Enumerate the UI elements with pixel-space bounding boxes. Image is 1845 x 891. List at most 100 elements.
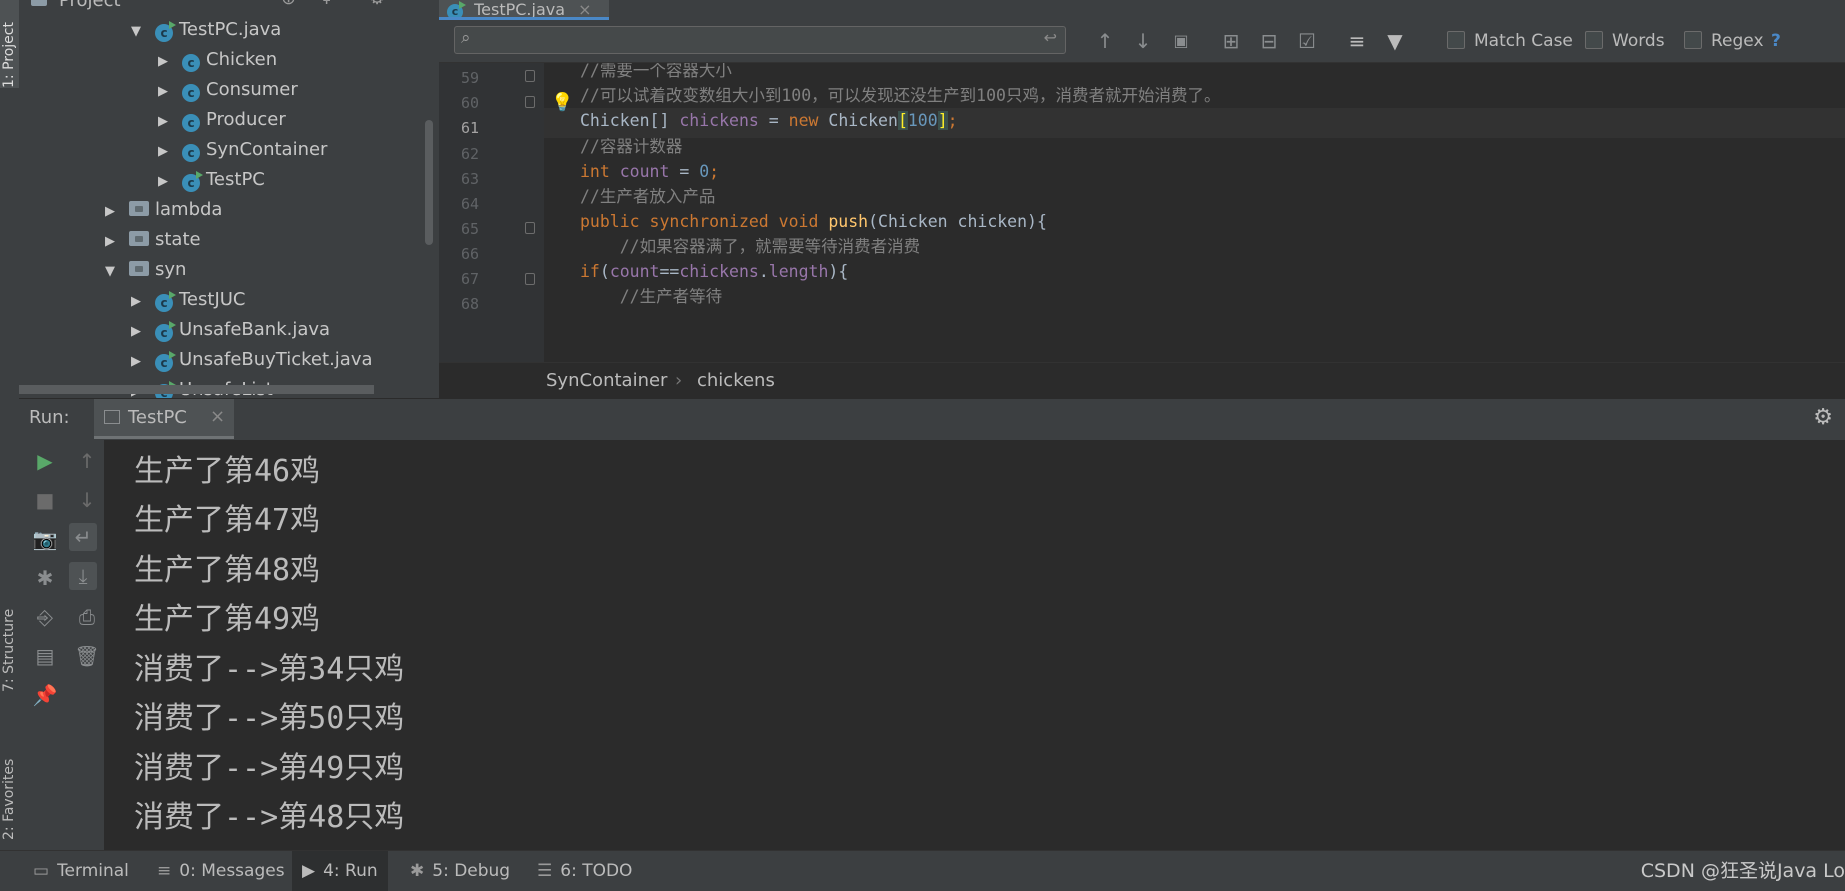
project-tool-tab[interactable]: 1: Project	[0, 0, 20, 88]
scroll-to-end-icon[interactable]: ⤓	[69, 562, 97, 590]
arrow-down-icon[interactable]: ↓	[73, 486, 101, 514]
search-icon[interactable]: ⌕	[461, 28, 471, 48]
tree-item[interactable]: ▶ c Chicken	[158, 45, 277, 75]
select-occurrences-icon[interactable]: ☑	[1295, 29, 1319, 53]
regex-checkbox[interactable]: Regex	[1684, 29, 1764, 53]
lightbulb-icon[interactable]: 💡	[551, 92, 573, 113]
collapse-all-icon[interactable]: ⇞	[319, 0, 334, 9]
collapse-arrow-icon[interactable]: ▶	[131, 347, 147, 377]
search-input[interactable]: ⌕ ↩	[454, 26, 1066, 54]
tree-item-label: Chicken	[206, 49, 278, 70]
match-case-checkbox[interactable]: Match Case	[1447, 29, 1573, 53]
structure-tool-tab[interactable]: 7: Structure	[0, 560, 20, 692]
favorites-tool-tab[interactable]: 2: Favorites	[0, 700, 20, 840]
console-line: 消费了-->第34只鸡	[134, 652, 405, 687]
messages-icon: ≡	[157, 861, 172, 881]
breadcrumb: SynContainer › chickens	[439, 362, 1845, 399]
terminal-tab[interactable]: ▭ Terminal	[33, 851, 129, 891]
fold-marker-icon[interactable]	[525, 273, 535, 285]
project-panel-title[interactable]: Project	[59, 0, 121, 11]
print-icon[interactable]: ⎙	[73, 603, 101, 631]
filter-icon[interactable]: ▼	[1383, 29, 1407, 53]
run-class-icon: c	[155, 351, 176, 372]
tree-item-label: Producer	[206, 109, 286, 130]
close-icon[interactable]: ×	[210, 406, 225, 427]
tree-item[interactable]: ▼ syn	[105, 255, 186, 285]
run-tab-testpc[interactable]: TestPC ×	[94, 399, 234, 439]
tree-item[interactable]: ▶ c UnsafeBank.java	[131, 315, 330, 345]
camera-icon[interactable]: 📷	[31, 525, 59, 553]
collapse-arrow-icon[interactable]: ▶	[131, 287, 147, 317]
expand-arrow-icon[interactable]: ▼	[105, 257, 121, 287]
gear-icon[interactable]: ⚙	[369, 0, 385, 9]
checkbox-box[interactable]	[1684, 31, 1702, 49]
messages-tab[interactable]: ≡ 0: Messages	[157, 851, 285, 891]
fold-marker-icon[interactable]	[525, 222, 535, 234]
remove-occurrence-icon[interactable]: ⊟	[1257, 29, 1281, 53]
run-class-icon: c	[182, 171, 203, 192]
return-icon[interactable]: ↩	[1044, 28, 1057, 47]
collapse-arrow-icon[interactable]: ▶	[131, 317, 147, 347]
collapse-arrow-icon[interactable]: ▶	[105, 227, 121, 257]
todo-tab[interactable]: ☰ 6: TODO	[537, 851, 632, 891]
arrow-up-icon[interactable]: ↑	[73, 447, 101, 475]
regex-help-link[interactable]: ?	[1771, 29, 1781, 53]
arrow-down-icon[interactable]: ↓	[1131, 29, 1155, 53]
locate-icon[interactable]: ⊕	[281, 0, 296, 9]
fold-marker-icon[interactable]	[525, 96, 535, 108]
stop-icon[interactable]: ■	[31, 486, 59, 514]
debug-tab[interactable]: ✱ 5: Debug	[410, 851, 510, 891]
bug-icon: ✱	[410, 861, 425, 881]
filter-lines-icon[interactable]: ≡	[1345, 29, 1369, 53]
breadcrumb-item[interactable]: chickens	[697, 363, 775, 399]
hide-icon[interactable]: —	[409, 0, 427, 9]
tree-item[interactable]: ▶ c Consumer	[158, 75, 298, 105]
trash-icon[interactable]: 🗑	[73, 642, 101, 670]
collapse-arrow-icon[interactable]: ▶	[158, 167, 174, 197]
console-output[interactable]: 生产了第46鸡 生产了第47鸡 生产了第48鸡 生产了第49鸡 消费了-->第3…	[104, 440, 1845, 850]
tree-item-label: state	[155, 229, 201, 250]
collapse-arrow-icon[interactable]: ▶	[158, 107, 174, 137]
console-line: 生产了第49鸡	[134, 602, 321, 637]
exit-icon[interactable]: ⎆	[31, 603, 59, 631]
bug-icon[interactable]: ✱	[31, 564, 59, 592]
select-all-occurrences-icon[interactable]: ▣	[1169, 29, 1193, 53]
editor-tab-testpc[interactable]: c TestPC.java ×	[439, 0, 609, 20]
collapse-arrow-icon[interactable]: ▶	[158, 137, 174, 167]
tree-item[interactable]: ▶ c SynContainer	[158, 135, 327, 165]
console-line: 消费了-->第48只鸡	[134, 800, 405, 835]
console-line: 消费了-->第49只鸡	[134, 751, 405, 786]
tree-item[interactable]: ▶ c TestPC	[158, 165, 265, 195]
tree-item[interactable]: ▶ c Producer	[158, 105, 286, 135]
pin-icon[interactable]: 📌	[31, 681, 59, 709]
collapse-arrow-icon[interactable]: ▶	[158, 47, 174, 77]
gear-icon[interactable]: ⚙	[1813, 405, 1833, 430]
fold-marker-icon[interactable]	[525, 70, 535, 82]
tree-item[interactable]: ▶ c TestJUC	[131, 285, 246, 315]
close-icon[interactable]: ×	[578, 0, 591, 18]
code-line: //生产者等待	[580, 287, 723, 306]
add-occurrence-icon[interactable]: ⊞	[1219, 29, 1243, 53]
collapse-arrow-icon[interactable]: ▶	[158, 77, 174, 107]
collapse-arrow-icon[interactable]: ▶	[105, 197, 121, 227]
words-checkbox[interactable]: Words	[1585, 29, 1665, 53]
project-horizontal-scrollbar[interactable]	[19, 385, 374, 394]
rerun-icon[interactable]: ▶	[31, 447, 59, 475]
code-editor[interactable]: 59 60 61 62 63 64 65 66 67 68 💡 //需要一个容器…	[439, 63, 1845, 362]
soft-wrap-icon[interactable]: ↵	[69, 523, 97, 551]
tree-item[interactable]: ▼ c TestPC.java	[131, 15, 281, 45]
tree-item[interactable]: ▶ c UnsafeBuyTicket.java	[131, 345, 373, 375]
arrow-up-icon[interactable]: ↑	[1093, 29, 1117, 53]
run-tool-tab[interactable]: ▶ 4: Run	[292, 851, 388, 891]
tree-item[interactable]: ▶ state	[105, 225, 201, 255]
tree-item[interactable]: ▶ lambda	[105, 195, 222, 225]
project-vertical-scrollbar[interactable]	[425, 120, 433, 245]
chevron-down-icon[interactable]: ▾	[137, 0, 144, 4]
layout-icon[interactable]: ▤	[31, 642, 59, 670]
chevron-right-icon: ›	[675, 370, 683, 391]
breadcrumb-item[interactable]: SynContainer	[546, 363, 667, 399]
checkbox-box[interactable]	[1447, 31, 1465, 49]
checkbox-box[interactable]	[1585, 31, 1603, 49]
words-label: Words	[1612, 31, 1665, 51]
expand-arrow-icon[interactable]: ▼	[131, 17, 147, 47]
